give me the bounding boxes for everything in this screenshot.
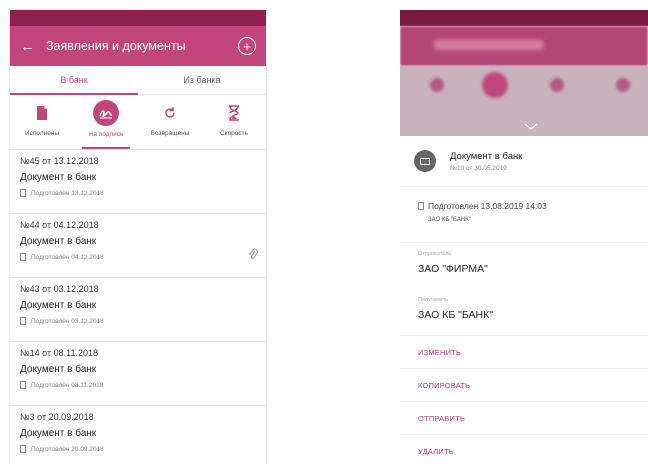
file-icon bbox=[418, 202, 424, 210]
sheet-status: Подготовлен 13.08.2019 14:03 ЗАО КБ "БАН… bbox=[400, 187, 648, 243]
blurred-filter-icon bbox=[616, 78, 630, 92]
filter-returned[interactable]: Возвращены bbox=[138, 95, 202, 149]
doc-status-text: Подготовлен 08.11.2018 bbox=[31, 381, 104, 389]
actions-list: ИЗМЕНИТЬ КОПИРОВАТЬ ОТПРАВИТЬ УДАЛИТЬ bbox=[400, 335, 648, 464]
sheet-header: Документ в банк №10 от 30.05.2019 bbox=[400, 136, 648, 187]
edit-button[interactable]: ИЗМЕНИТЬ bbox=[400, 336, 648, 369]
doc-number: №14 от 08.11.2018 bbox=[20, 348, 98, 358]
tabs: В банк Из банка bbox=[10, 66, 266, 95]
doc-number: №3 от 20.09.2018 bbox=[20, 412, 94, 422]
status-bar bbox=[400, 10, 648, 26]
doc-status-text: Подготовлен 03.12.2018 bbox=[31, 317, 104, 325]
doc-status-text: Подготовлен 20.09.2018 bbox=[31, 445, 104, 453]
copy-button[interactable]: КОПИРОВАТЬ bbox=[400, 369, 648, 402]
documents-list-screen: ← Заявления и документы + В банк Из банк… bbox=[10, 10, 266, 464]
sheet-title: Документ в банк bbox=[450, 150, 523, 162]
doc-status: Подготовлен 03.12.2018 bbox=[20, 317, 256, 325]
doc-status: Подготовлен 20.09.2018 bbox=[20, 445, 256, 453]
blurred-title bbox=[434, 40, 544, 50]
hourglass-icon bbox=[222, 101, 246, 125]
delete-button[interactable]: УДАЛИТЬ bbox=[400, 435, 648, 464]
sender-field: Отправитель ЗАО "ФИРМА" bbox=[400, 243, 648, 289]
doc-icon bbox=[30, 101, 54, 125]
list-item[interactable]: №14 от 08.11.2018 Документ в банк Подгот… bbox=[10, 342, 266, 406]
add-icon[interactable]: + bbox=[238, 37, 256, 55]
filter-label: Скорость bbox=[219, 130, 249, 137]
back-arrow-icon[interactable]: ← bbox=[20, 38, 40, 55]
blurred-filter-icon bbox=[482, 72, 508, 98]
doc-name: Документ в банк bbox=[20, 236, 97, 247]
list-item[interactable]: №43 от 03.12.2018 Документ в банк Подгот… bbox=[10, 278, 266, 342]
filter-pending[interactable]: Скорость bbox=[202, 95, 266, 149]
blurred-filter-icon bbox=[550, 78, 564, 92]
doc-status: Подготовлен 08.11.2018 bbox=[20, 381, 256, 389]
doc-name: Документ в банк bbox=[20, 428, 97, 439]
file-icon bbox=[20, 253, 26, 261]
document-actions-screen: Документ в банк №10 от 30.05.2019 Подгот… bbox=[400, 10, 648, 464]
list-item[interactable]: №45 от 13.12.2018 Документ в банк Подгот… bbox=[10, 150, 266, 214]
doc-status: Подготовлен 13.12.2018 bbox=[20, 189, 256, 197]
document-icon bbox=[414, 150, 436, 172]
doc-number: №44 от 04.12.2018 bbox=[20, 220, 99, 230]
list-item[interactable]: №44 от 04.12.2018 Документ в банк Подгот… bbox=[10, 214, 266, 278]
sender-label: Отправитель bbox=[418, 251, 452, 257]
page-title: Заявления и документы bbox=[46, 39, 186, 53]
status-bar bbox=[10, 10, 266, 26]
filter-label: Исполнены bbox=[24, 130, 60, 137]
status-filters: Исполнены На подпись Возвращены Скорость bbox=[10, 95, 266, 150]
filter-label: На подпись bbox=[88, 131, 124, 138]
paperclip-icon bbox=[248, 248, 258, 263]
documents-list: №45 от 13.12.2018 Документ в банк Подгот… bbox=[10, 150, 266, 464]
refresh-icon bbox=[158, 101, 182, 125]
doc-status-text: Подготовлен 13.12.2018 bbox=[31, 189, 104, 197]
filter-to-sign[interactable]: На подпись bbox=[74, 95, 138, 149]
doc-status-text: Подготовлен 04.12.2018 bbox=[31, 253, 104, 261]
filter-label: Возвращены bbox=[150, 130, 190, 137]
receiver-field: Получатель ЗАО КБ "БАНК" bbox=[400, 289, 648, 335]
doc-status: Подготовлен 04.12.2018 bbox=[20, 253, 256, 261]
sheet-subtitle: №10 от 30.05.2019 bbox=[450, 164, 507, 172]
send-button[interactable]: ОТПРАВИТЬ bbox=[400, 402, 648, 435]
doc-name: Документ в банк bbox=[20, 300, 97, 311]
app-bar: ← Заявления и документы + bbox=[10, 26, 266, 66]
doc-number: №45 от 13.12.2018 bbox=[20, 156, 99, 166]
bottom-sheet: Документ в банк №10 от 30.05.2019 Подгот… bbox=[400, 136, 648, 464]
doc-name: Документ в банк bbox=[20, 364, 97, 375]
status-org: ЗАО КБ "БАНК" bbox=[428, 217, 471, 223]
file-icon bbox=[20, 445, 26, 453]
file-icon bbox=[20, 317, 26, 325]
tab-from-bank[interactable]: Из банка bbox=[138, 66, 266, 94]
filter-executed[interactable]: Исполнены bbox=[10, 95, 74, 149]
list-item[interactable]: №3 от 20.09.2018 Документ в банк Подгото… bbox=[10, 406, 266, 464]
sender-value: ЗАО "ФИРМА" bbox=[418, 263, 488, 275]
file-icon bbox=[20, 189, 26, 197]
status-text: Подготовлен 13.08.2019 14:03 bbox=[428, 201, 547, 211]
chevron-down-icon[interactable] bbox=[524, 123, 538, 134]
blurred-filter-icon bbox=[430, 78, 444, 92]
receiver-label: Получатель bbox=[418, 297, 449, 303]
doc-name: Документ в банк bbox=[20, 172, 97, 183]
receiver-value: ЗАО КБ "БАНК" bbox=[418, 309, 493, 321]
blurred-app-bar bbox=[400, 26, 648, 66]
doc-number: №43 от 03.12.2018 bbox=[20, 284, 99, 294]
tab-to-bank[interactable]: В банк bbox=[10, 66, 138, 95]
file-icon bbox=[20, 381, 26, 389]
signature-icon bbox=[93, 100, 119, 126]
